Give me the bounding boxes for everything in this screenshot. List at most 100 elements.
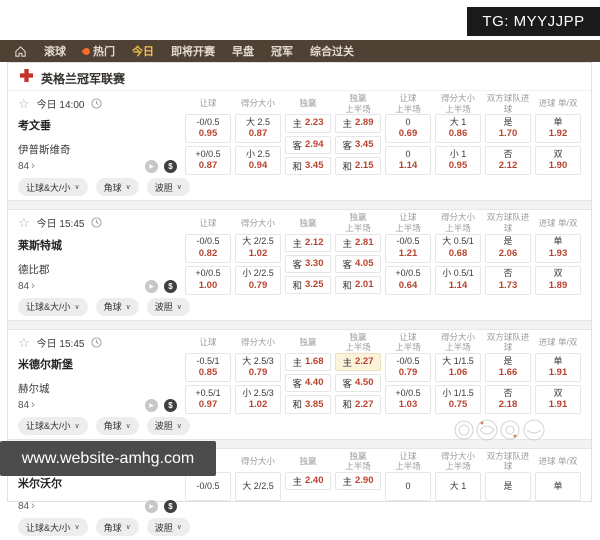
market-filter-pill[interactable]: 让球&大/小 ∨ — [18, 297, 88, 316]
odds-cell[interactable]: +0/0.5 0.64 — [385, 265, 431, 295]
odds-cell[interactable]: 双 1.89 — [535, 265, 581, 295]
odds-cell[interactable]: 主 2.81 — [335, 233, 381, 252]
odds-cell[interactable]: 客 2.94 — [285, 135, 331, 154]
odds-cell[interactable]: 是 1.70 — [485, 114, 531, 144]
odds-cell[interactable]: +0/0.5 1.03 — [385, 384, 431, 414]
odds-cell[interactable]: -0/0.5 0.82 — [185, 233, 231, 263]
odds-cell[interactable]: -0.5/1 0.85 — [185, 352, 231, 382]
nav-item[interactable]: 今日 — [132, 43, 154, 59]
odds-cell[interactable]: +0/0.5 1.00 — [185, 265, 231, 295]
stats-icon[interactable]: $ — [164, 398, 177, 412]
favorite-star-icon[interactable]: ☆ — [18, 216, 30, 229]
odds-cell[interactable]: 单 1.93 — [535, 233, 581, 263]
home-team-name[interactable]: 米德尔斯堡 — [18, 356, 181, 372]
odds-cell[interactable]: 大 2/2.5 — [235, 472, 281, 501]
favorite-star-icon[interactable]: ☆ — [18, 97, 30, 110]
odds-cell[interactable]: 是 — [485, 472, 531, 501]
odds-cell[interactable]: 和 2.15 — [335, 156, 381, 176]
odds-cell[interactable]: 主 2.27 — [335, 352, 381, 372]
odds-cell[interactable]: 大 2.5 0.87 — [235, 114, 281, 144]
odds-cell[interactable]: 主 2.40 — [285, 472, 331, 491]
odds-cell[interactable]: 主 2.23 — [285, 114, 331, 133]
stats-icon[interactable]: $ — [164, 160, 177, 174]
market-filter-pill[interactable]: 让球&大/小 ∨ — [18, 518, 88, 536]
market-filter-pill[interactable]: 波胆 ∨ — [146, 518, 190, 536]
odds-cell[interactable]: 客 3.30 — [285, 254, 331, 274]
market-filter-pill[interactable]: 角球 ∨ — [95, 297, 139, 316]
market-filter-pill[interactable]: 波胆 ∨ — [146, 416, 190, 435]
home-team-name[interactable]: 莱斯特城 — [18, 237, 181, 253]
odds-cell[interactable]: 0 1.14 — [385, 146, 431, 176]
odds-cell[interactable]: 单 — [535, 472, 581, 501]
more-markets-link[interactable]: 84 › — [18, 501, 35, 513]
home-team-name[interactable]: 米尔沃尔 — [18, 475, 181, 491]
odds-cell[interactable]: 客 4.05 — [335, 254, 381, 274]
odds-cell[interactable]: 主 1.68 — [285, 352, 331, 372]
odds-cell[interactable]: 双 1.90 — [535, 146, 581, 176]
nav-item[interactable]: 热门 — [81, 43, 115, 59]
odds-cell[interactable]: 小 2.5/3 1.02 — [235, 384, 281, 414]
odds-cell[interactable]: 否 2.18 — [485, 384, 531, 414]
nav-item[interactable]: 早盘 — [232, 43, 254, 59]
odds-cell[interactable]: 是 2.06 — [485, 233, 531, 263]
odds-cell[interactable]: 0 0.69 — [385, 114, 431, 144]
nav-item[interactable]: 冠军 — [271, 43, 293, 59]
play-icon[interactable]: ▶ — [145, 160, 158, 174]
odds-cell[interactable]: 小 2/2.5 0.79 — [235, 265, 281, 295]
home-team-name[interactable]: 考文垂 — [18, 117, 181, 133]
odds-cell[interactable]: 大 2/2.5 1.02 — [235, 233, 281, 263]
odds-cell[interactable]: 客 4.40 — [285, 374, 331, 393]
more-markets-link[interactable]: 84 › — [18, 399, 35, 411]
odds-cell[interactable]: 和 2.01 — [335, 276, 381, 295]
odds-cell[interactable]: -0/0.5 1.21 — [385, 233, 431, 263]
odds-cell[interactable]: 小 1 0.95 — [435, 146, 481, 176]
more-markets-link[interactable]: 84 › — [18, 280, 35, 292]
stats-icon[interactable]: $ — [164, 279, 177, 293]
odds-cell[interactable]: 大 1/1.5 1.06 — [435, 352, 481, 382]
odds-cell[interactable]: 大 0.5/1 0.68 — [435, 233, 481, 263]
market-filter-pill[interactable]: 角球 ∨ — [95, 178, 139, 197]
stats-icon[interactable]: $ — [164, 500, 177, 513]
odds-cell[interactable]: 否 1.73 — [485, 265, 531, 295]
odds-cell[interactable]: 主 2.89 — [335, 114, 381, 133]
odds-cell[interactable]: -0/0.5 0.79 — [385, 352, 431, 382]
odds-cell[interactable]: 主 2.12 — [285, 233, 331, 252]
odds-cell[interactable]: +0/0.5 0.87 — [185, 146, 231, 176]
odds-cell[interactable]: 客 4.50 — [335, 374, 381, 393]
odds-cell[interactable]: -0/0.5 — [185, 472, 231, 501]
odds-cell[interactable]: 主 2.90 — [335, 472, 381, 491]
odds-cell[interactable]: 是 1.66 — [485, 352, 531, 382]
odds-cell[interactable]: 小 2.5 0.94 — [235, 146, 281, 176]
nav-item[interactable]: 综合过关 — [310, 43, 354, 59]
favorite-star-icon[interactable]: ☆ — [18, 336, 30, 349]
odds-cell[interactable]: -0/0.5 0.95 — [185, 114, 231, 144]
play-icon[interactable]: ▶ — [145, 279, 158, 293]
odds-cell[interactable]: 小 0.5/1 1.14 — [435, 265, 481, 295]
market-filter-pill[interactable]: 角球 ∨ — [95, 416, 139, 435]
odds-cell[interactable]: 和 3.45 — [285, 156, 331, 176]
odds-cell[interactable]: +0.5/1 0.97 — [185, 384, 231, 414]
odds-cell[interactable]: 客 3.45 — [335, 135, 381, 154]
play-icon[interactable]: ▶ — [145, 500, 158, 513]
nav-item[interactable]: 滚球 — [44, 43, 66, 59]
market-filter-pill[interactable]: 波胆 ∨ — [146, 178, 190, 197]
odds-cell[interactable]: 大 2.5/3 0.79 — [235, 352, 281, 382]
away-team-name[interactable]: 德比郡 — [18, 262, 181, 277]
odds-cell[interactable]: 0 — [385, 472, 431, 501]
market-filter-pill[interactable]: 让球&大/小 ∨ — [18, 416, 88, 435]
odds-cell[interactable]: 和 2.27 — [335, 395, 381, 414]
market-filter-pill[interactable]: 角球 ∨ — [95, 518, 139, 536]
away-team-name[interactable]: 伊普斯维奇 — [18, 142, 181, 157]
odds-cell[interactable]: 和 3.25 — [285, 276, 331, 295]
odds-cell[interactable]: 大 1 0.86 — [435, 114, 481, 144]
more-markets-link[interactable]: 84 › — [18, 161, 35, 173]
home-icon[interactable] — [14, 45, 27, 58]
play-icon[interactable]: ▶ — [145, 398, 158, 412]
odds-cell[interactable]: 和 3.85 — [285, 395, 331, 414]
odds-cell[interactable]: 小 1/1.5 0.75 — [435, 384, 481, 414]
odds-cell[interactable]: 否 2.12 — [485, 146, 531, 176]
nav-item[interactable]: 即将开赛 — [171, 43, 215, 59]
odds-cell[interactable]: 单 1.92 — [535, 114, 581, 144]
odds-cell[interactable]: 大 1 — [435, 472, 481, 501]
odds-cell[interactable]: 双 1.91 — [535, 384, 581, 414]
